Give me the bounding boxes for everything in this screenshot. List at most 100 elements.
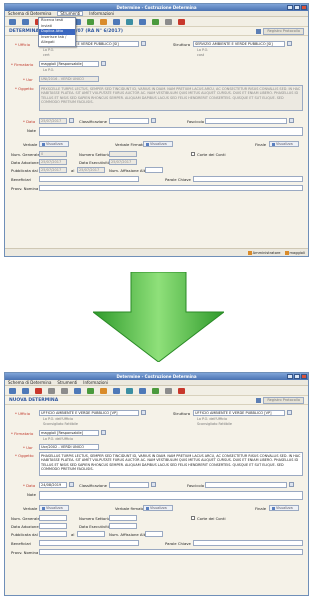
struttura-search-icon[interactable]: [287, 410, 292, 415]
provv-nomina-input[interactable]: [39, 549, 303, 555]
menu-schema[interactable]: Schema di Determina: [8, 380, 51, 385]
verbale-firmato-visualizza-button[interactable]: Visualizza: [143, 505, 173, 511]
dropdown-item-inserisce[interactable]: Inserisce tab / Allegati: [39, 35, 75, 46]
firmatario-search-icon[interactable]: [101, 61, 106, 66]
menu-strumenti[interactable]: Strumenti: [57, 380, 77, 385]
minimize-button[interactable]: [287, 374, 293, 379]
uor-select[interactable]: Uor/2002 - VERDI UNICO: [39, 444, 99, 450]
refresh-icon[interactable]: [87, 387, 94, 394]
maximize-button[interactable]: [294, 374, 300, 379]
ufficio-search-icon[interactable]: [141, 41, 146, 46]
data-esecutivita-input[interactable]: 25/07/2017: [109, 159, 137, 165]
pubblicata-al-input[interactable]: 25/07/2017: [77, 167, 105, 173]
classificazione-input[interactable]: [109, 482, 149, 488]
menu-strumenti[interactable]: Strumenti: [57, 11, 84, 16]
struttura-input[interactable]: UFFICIO AMBIENTE E VERDE PUBBLICO [VP]: [193, 410, 285, 416]
attachment-icon[interactable]: [139, 18, 146, 25]
parole-chiave-input[interactable]: [193, 176, 303, 182]
ufficio-search-icon[interactable]: [141, 410, 146, 415]
struttura-input[interactable]: SERVIZIO AMBIENTE E VERDE PUBBLICO [SI]: [193, 41, 285, 47]
document-icon[interactable]: [113, 387, 120, 394]
menu-informazioni[interactable]: Informazioni: [83, 380, 108, 385]
stop-icon[interactable]: [178, 387, 185, 394]
num-affissione-input[interactable]: [145, 167, 163, 173]
verbale-firmato-visualizza-button[interactable]: Visualizza: [143, 141, 173, 147]
registro-protocollo-button[interactable]: Registro Protocollo: [263, 396, 304, 404]
registro-protocollo-button[interactable]: Registro Protocollo: [263, 27, 304, 35]
parole-chiave-input[interactable]: [193, 540, 303, 546]
menu-informazioni[interactable]: Informazioni: [89, 11, 114, 16]
uor-select[interactable]: UNI/2016 - VERDI UNICO: [39, 76, 99, 82]
beneficiari-input[interactable]: [39, 540, 139, 546]
data-input[interactable]: 25/07/2017: [39, 118, 67, 124]
num-generale-input[interactable]: 0: [39, 151, 67, 157]
copy-icon[interactable]: [61, 387, 68, 394]
classificazione-input[interactable]: [109, 118, 149, 124]
struttura-search-icon[interactable]: [287, 41, 292, 46]
fascicolo-search-icon[interactable]: [289, 118, 294, 123]
pubblicata-dal-input[interactable]: 25/07/2017: [39, 167, 67, 173]
beneficiari-input[interactable]: [39, 176, 139, 182]
close-button[interactable]: [301, 374, 307, 379]
cut-icon[interactable]: [48, 387, 55, 394]
num-generale-label: Num. Generale: [11, 152, 40, 157]
settings-icon[interactable]: [165, 18, 172, 25]
pubblicata-dal-input[interactable]: [39, 531, 67, 537]
struttura-sub-2: Sconsigliato Fattibile: [197, 422, 232, 426]
verbale-visualizza-button[interactable]: Visualizza: [39, 505, 69, 511]
check-icon[interactable]: [152, 387, 159, 394]
data-adozione-input[interactable]: [39, 523, 67, 529]
numero-settoriale-input[interactable]: [109, 515, 137, 521]
dropdown-item-ricerca[interactable]: Ricerca testi inviati: [39, 18, 75, 29]
delete-icon[interactable]: [35, 387, 42, 394]
provv-nomina-input[interactable]: [39, 185, 303, 191]
minimize-button[interactable]: [287, 5, 293, 10]
folder-icon[interactable]: [100, 387, 107, 394]
numero-settoriale-input[interactable]: [109, 151, 137, 157]
refresh-icon[interactable]: [87, 18, 94, 25]
new-icon[interactable]: [9, 387, 16, 394]
maximize-button[interactable]: [294, 5, 300, 10]
check-icon[interactable]: [152, 18, 159, 25]
users-icon[interactable]: [126, 18, 133, 25]
firmatario-search-icon[interactable]: [101, 430, 106, 435]
classificazione-search-icon[interactable]: [151, 118, 156, 123]
classificazione-search-icon[interactable]: [151, 482, 156, 487]
finale-visualizza-button[interactable]: Visualizza: [269, 505, 299, 511]
note-textarea[interactable]: [39, 491, 303, 500]
note-textarea[interactable]: [39, 127, 303, 136]
menu-schema[interactable]: Schema di Determina: [8, 11, 51, 16]
calendar-icon[interactable]: [69, 482, 74, 487]
oggetto-textarea[interactable]: PHASELLUS TURPIS LECTUS, SEMPER SED TINC…: [39, 452, 303, 476]
print-icon[interactable]: [74, 387, 81, 394]
users-icon[interactable]: [126, 387, 133, 394]
corte-conti-checkbox[interactable]: [191, 152, 195, 156]
pubblicata-al-input[interactable]: [77, 531, 105, 537]
firmatario-label: * Firmatario: [11, 62, 34, 67]
data-esecutivita-input[interactable]: [109, 523, 137, 529]
settings-icon[interactable]: [165, 387, 172, 394]
data-adozione-input[interactable]: 25/07/2017: [39, 159, 67, 165]
new-icon[interactable]: [9, 18, 16, 25]
num-generale-input[interactable]: [39, 515, 67, 521]
save-icon[interactable]: [22, 18, 29, 25]
fascicolo-input[interactable]: [205, 482, 287, 488]
verbale-visualizza-button[interactable]: Visualizza: [39, 141, 69, 147]
calendar-icon[interactable]: [69, 118, 74, 123]
firmatario-input[interactable]: maggioli [Responsabile]: [39, 430, 99, 436]
stop-icon[interactable]: [178, 18, 185, 25]
oggetto-textarea[interactable]: PRXSCELLE TURPIS LECTUS, SEMPER SED TINC…: [39, 85, 303, 111]
firmatario-input[interactable]: maggioli [Responsabile]: [39, 61, 99, 67]
fascicolo-input[interactable]: [205, 118, 287, 124]
data-input[interactable]: 24/08/2019: [39, 482, 67, 488]
ufficio-input[interactable]: UFFICIO AMBIENTE E VERDE PUBBLICO [VP]: [39, 410, 139, 416]
attachment-icon[interactable]: [139, 387, 146, 394]
close-button[interactable]: [301, 5, 307, 10]
folder-icon[interactable]: [100, 18, 107, 25]
document-icon[interactable]: [113, 18, 120, 25]
finale-visualizza-button[interactable]: Visualizza: [269, 141, 299, 147]
save-icon[interactable]: [22, 387, 29, 394]
fascicolo-search-icon[interactable]: [289, 482, 294, 487]
num-affissione-input[interactable]: [145, 531, 163, 537]
corte-conti-checkbox[interactable]: [191, 516, 195, 520]
